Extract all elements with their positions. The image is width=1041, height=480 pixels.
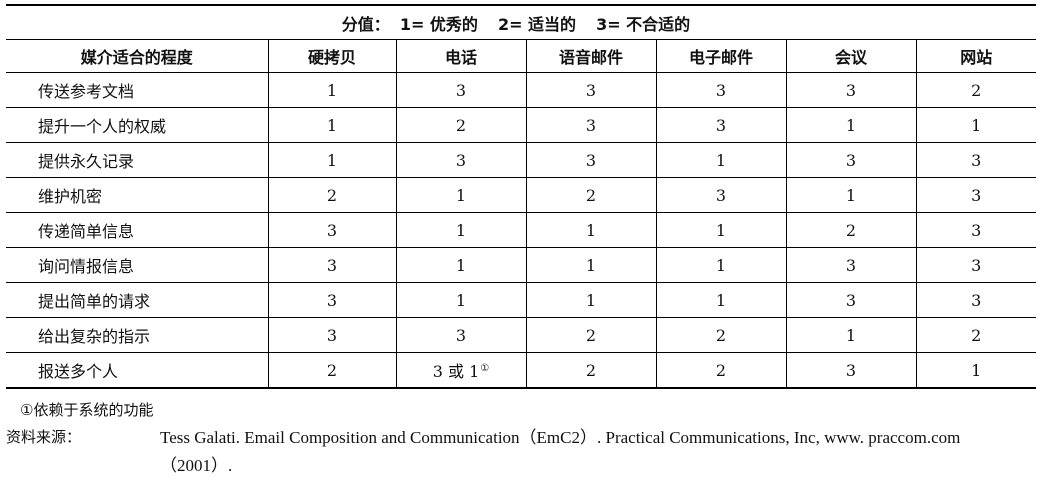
table-cell: 1 bbox=[655, 212, 787, 248]
table-cell: 3 bbox=[655, 72, 787, 108]
table-cell: 1 bbox=[915, 107, 1036, 143]
row-label: 传送参考文档 bbox=[6, 72, 269, 108]
table-cell: 1 bbox=[785, 107, 917, 143]
row-label: 询问情报信息 bbox=[6, 247, 269, 283]
document: 分值： 1= 优秀的 2= 适当的 3= 不合适的 媒介适合的程度 硬拷贝 电话 语音… bbox=[6, 4, 1036, 480]
source-citation: 资料来源： Tess Galati. Email Composition and… bbox=[6, 424, 1036, 480]
table-cell: 2 bbox=[915, 317, 1036, 353]
legend-prefix: 分值： bbox=[341, 14, 390, 34]
legend-row: 分值： 1= 优秀的 2= 适当的 3= 不合适的 bbox=[6, 4, 1036, 40]
cell-value: 3 或 1 bbox=[432, 362, 480, 381]
table-cell: 1 bbox=[267, 107, 397, 143]
table-cell: 1 bbox=[785, 317, 917, 353]
table-cell: 3 bbox=[267, 317, 397, 353]
table-row: 报送多个人 2 3 或 1① 2 2 3 1 bbox=[6, 352, 1036, 389]
table-row: 传送参考文档 1 3 3 3 3 2 bbox=[6, 72, 1036, 108]
header-row: 媒介适合的程度 硬拷贝 电话 语音邮件 电子邮件 会议 网站 bbox=[6, 39, 1036, 73]
table-cell: 2 bbox=[655, 352, 787, 389]
legend-item-inappropriate: 3= 不合适的 bbox=[596, 14, 691, 34]
table-notes: ①依赖于系统的功能 资料来源： Tess Galati. Email Compo… bbox=[6, 397, 1036, 480]
table-row: 提供永久记录 1 3 3 1 3 3 bbox=[6, 142, 1036, 178]
table-cell: 3 bbox=[785, 72, 917, 108]
table-cell: 1 bbox=[395, 282, 527, 318]
table-cell: 1 bbox=[267, 72, 397, 108]
table-cell: 3 bbox=[915, 212, 1036, 248]
column-header-meeting: 会议 bbox=[785, 39, 917, 73]
table-cell: 3 bbox=[655, 107, 787, 143]
table-cell: 3 bbox=[915, 142, 1036, 178]
table-cell: 2 bbox=[395, 107, 527, 143]
table-cell: 3 bbox=[525, 72, 657, 108]
column-header-phone: 电话 bbox=[395, 39, 527, 73]
table-cell: 2 bbox=[525, 352, 657, 389]
table-cell: 1 bbox=[655, 247, 787, 283]
table-cell: 3 bbox=[395, 142, 527, 178]
media-suitability-table: 分值： 1= 优秀的 2= 适当的 3= 不合适的 媒介适合的程度 硬拷贝 电话 语音… bbox=[6, 4, 1036, 389]
table-cell: 3 bbox=[915, 177, 1036, 213]
column-header-email: 电子邮件 bbox=[655, 39, 787, 73]
table-cell: 1 bbox=[525, 282, 657, 318]
legend-item-excellent: 1= 优秀的 bbox=[399, 14, 478, 34]
footnote-marker: ① bbox=[480, 362, 490, 374]
table-cell: 3 bbox=[395, 317, 527, 353]
table-cell: 1 bbox=[525, 212, 657, 248]
table-cell: 1 bbox=[395, 212, 527, 248]
table-cell: 1 bbox=[267, 142, 397, 178]
table-cell: 3 bbox=[525, 142, 657, 178]
row-label: 维护机密 bbox=[6, 177, 269, 213]
table-cell: 3 bbox=[915, 247, 1036, 283]
row-label: 报送多个人 bbox=[6, 352, 269, 389]
table-cell: 3 bbox=[267, 212, 397, 248]
source-label: 资料来源： bbox=[6, 428, 82, 446]
table-cell: 2 bbox=[915, 72, 1036, 108]
row-label: 提升一个人的权威 bbox=[6, 107, 269, 143]
source-text: Tess Galati. Email Composition and Commu… bbox=[160, 428, 961, 475]
table-cell: 1 bbox=[655, 282, 787, 318]
footnote: ①依赖于系统的功能 bbox=[20, 401, 154, 419]
table-cell: 1 bbox=[395, 247, 527, 283]
column-header-voicemail: 语音邮件 bbox=[525, 39, 657, 73]
table-cell: 1 bbox=[785, 177, 917, 213]
column-header-criteria: 媒介适合的程度 bbox=[6, 39, 269, 73]
table-cell: 3 bbox=[785, 142, 917, 178]
table-cell: 1 bbox=[655, 142, 787, 178]
table-cell: 3 bbox=[267, 282, 397, 318]
row-label: 传递简单信息 bbox=[6, 212, 269, 248]
column-header-website: 网站 bbox=[915, 39, 1036, 73]
table-row: 提升一个人的权威 1 2 3 3 1 1 bbox=[6, 107, 1036, 143]
table-cell: 1 bbox=[395, 177, 527, 213]
score-legend: 分值： 1= 优秀的 2= 适当的 3= 不合适的 bbox=[6, 4, 1036, 40]
table-cell: 2 bbox=[267, 177, 397, 213]
row-label: 提出简单的请求 bbox=[6, 282, 269, 318]
row-label: 给出复杂的指示 bbox=[6, 317, 269, 353]
table-cell: 2 bbox=[525, 317, 657, 353]
table-row: 提出简单的请求 3 1 1 1 3 3 bbox=[6, 282, 1036, 318]
table-cell: 3 bbox=[915, 282, 1036, 318]
table-cell: 3 bbox=[267, 247, 397, 283]
table-row: 询问情报信息 3 1 1 1 3 3 bbox=[6, 247, 1036, 283]
legend-item-adequate: 2= 适当的 bbox=[497, 14, 577, 34]
table-cell: 2 bbox=[267, 352, 397, 389]
table-cell: 2 bbox=[785, 212, 917, 248]
row-label: 提供永久记录 bbox=[6, 142, 269, 178]
table-cell: 3 bbox=[785, 352, 917, 389]
table-cell: 2 bbox=[525, 177, 657, 213]
table-row: 维护机密 2 1 2 3 1 3 bbox=[6, 177, 1036, 213]
table-row: 给出复杂的指示 3 3 2 2 1 2 bbox=[6, 317, 1036, 353]
table-cell: 1 bbox=[915, 352, 1036, 389]
table-cell: 3 bbox=[655, 177, 787, 213]
table-cell: 2 bbox=[655, 317, 787, 353]
table-cell: 3 bbox=[785, 247, 917, 283]
table-cell: 3 bbox=[785, 282, 917, 318]
table-cell: 1 bbox=[525, 247, 657, 283]
table-row: 传递简单信息 3 1 1 1 2 3 bbox=[6, 212, 1036, 248]
table-cell: 3 bbox=[525, 107, 657, 143]
table-cell: 3 bbox=[395, 72, 527, 108]
column-header-hardcopy: 硬拷贝 bbox=[267, 39, 397, 73]
table-cell-with-footnote: 3 或 1① bbox=[395, 352, 527, 389]
